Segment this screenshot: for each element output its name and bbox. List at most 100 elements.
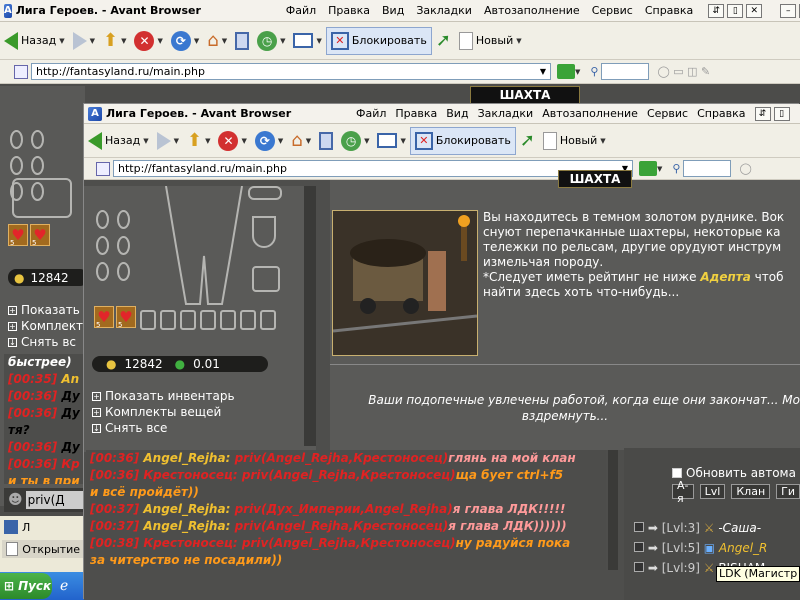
item-sets-option[interactable]: + Комплекты вещей xyxy=(92,404,235,420)
front-window: A Лига Героев. - Avant Browser Файл Прав… xyxy=(84,104,800,600)
private-arrow-icon[interactable]: ➡ xyxy=(648,541,658,555)
player-row[interactable]: ➡ [Lvl:5] ▣ Angel_R xyxy=(634,538,767,558)
history-button[interactable]: ◷ ▼ xyxy=(337,127,373,155)
search-icon[interactable]: ⚲ xyxy=(672,162,680,175)
chat-scrollbar[interactable] xyxy=(608,450,618,570)
page-icon[interactable]: ▯ xyxy=(773,106,790,121)
bookmarks-button[interactable] xyxy=(315,127,337,155)
boots-slot xyxy=(252,266,280,292)
home-button[interactable]: ⌂ ▼ xyxy=(203,27,231,55)
search-icon[interactable]: ⚲ xyxy=(590,65,598,78)
toolbar-misc-icon[interactable]: ◯ ▭ ◫ ✎ xyxy=(657,65,710,78)
forward-button[interactable]: ▼ xyxy=(69,27,99,55)
block-button[interactable]: ✕ Блокировать xyxy=(409,126,516,155)
chat-line: [00:36] Ду xyxy=(8,440,80,454)
back-search-field[interactable] xyxy=(601,63,650,80)
auto-update-toggle[interactable]: Обновить автома xyxy=(672,466,796,480)
collapse-icon[interactable]: ⇵ xyxy=(708,3,725,18)
player-row[interactable]: ➡ [Lvl:3] ⚔ -Саша- xyxy=(634,518,767,538)
front-url-field[interactable]: http://fantasyland.ru/main.php ▼ xyxy=(113,160,633,177)
sort-guild-button[interactable]: Ги xyxy=(776,484,800,499)
cursor-button[interactable]: ➚ xyxy=(516,127,539,155)
collapse-icon[interactable]: ⇵ xyxy=(754,106,771,121)
menu-bookmarks[interactable]: Закладки xyxy=(416,4,472,17)
menu-file[interactable]: Файл xyxy=(356,107,386,120)
forward-button[interactable]: ▼ xyxy=(153,127,183,155)
menu-view[interactable]: Вид xyxy=(446,107,468,120)
home-button[interactable]: ⌂ ▼ xyxy=(287,127,315,155)
back-button[interactable]: Назад ▼ xyxy=(84,127,153,155)
menu-tools[interactable]: Сервис xyxy=(647,107,688,120)
mine-picture xyxy=(332,210,478,356)
new-button[interactable]: Новый ▼ xyxy=(539,127,610,155)
page-icon[interactable]: ▯ xyxy=(727,3,744,18)
back-url-field[interactable]: http://fantasyland.ru/main.php ▼ xyxy=(31,63,551,80)
sort-alpha-button[interactable]: А-я xyxy=(672,479,694,505)
taskbar-item[interactable]: Открытие xyxy=(2,540,84,558)
back-option-sets[interactable]: + Комплект xyxy=(8,318,83,334)
show-inventory-option[interactable]: + Показать инвентарь xyxy=(92,388,235,404)
heart-potion-icon[interactable]: ♥ 5 xyxy=(116,306,136,329)
url-dropdown-icon[interactable]: ▼ xyxy=(540,67,546,76)
cursor-icon: ➚ xyxy=(519,130,535,151)
back-option-inventory[interactable]: + Показать xyxy=(8,302,83,318)
front-search-field[interactable] xyxy=(683,160,732,177)
back-option-unequip[interactable]: ↓ Снять вс xyxy=(8,334,83,350)
menu-view[interactable]: Вид xyxy=(382,4,404,17)
menu-tools[interactable]: Сервис xyxy=(592,4,633,17)
info-icon[interactable] xyxy=(634,562,644,572)
heart-potion-icon[interactable]: ♥ 5 xyxy=(30,224,50,247)
menu-autofill[interactable]: Автозаполнение xyxy=(484,4,580,17)
stop-button[interactable]: ✕ ▼ xyxy=(214,127,250,155)
clan-badge-icon: ▣ xyxy=(703,541,716,555)
plus-icon: + xyxy=(92,407,101,417)
checkbox[interactable] xyxy=(672,468,682,478)
window-button[interactable]: ▼ xyxy=(373,127,409,155)
back-button[interactable]: Назад ▼ xyxy=(0,27,69,55)
history-button[interactable]: ◷ ▼ xyxy=(253,27,289,55)
new-button[interactable]: Новый ▼ xyxy=(455,27,526,55)
window-button[interactable]: ▼ xyxy=(289,27,325,55)
menu-file[interactable]: Файл xyxy=(286,4,316,17)
toolbar-misc-icon[interactable]: ◯ xyxy=(739,162,751,175)
start-button[interactable]: ⊞ Пуск xyxy=(0,573,52,599)
private-arrow-icon[interactable]: ➡ xyxy=(648,521,658,535)
home-icon: ⌂ xyxy=(207,30,219,51)
cursor-button[interactable]: ➚ xyxy=(432,27,455,55)
menu-edit[interactable]: Правка xyxy=(328,4,370,17)
menu-bookmarks[interactable]: Закладки xyxy=(478,107,534,120)
location-title: ШАХТА xyxy=(558,170,632,188)
browser-quicklaunch-icon[interactable]: ℯ xyxy=(60,578,68,594)
heart-potion-icon[interactable]: ♥ 5 xyxy=(8,224,28,247)
gold-coin-icon: ● xyxy=(106,357,117,371)
up-button[interactable]: ⬆ ▼ xyxy=(99,27,130,55)
bookmarks-button[interactable] xyxy=(231,27,253,55)
chat-line: [00:36] Ду xyxy=(8,389,80,403)
block-button[interactable]: ✕ Блокировать xyxy=(325,26,432,55)
menu-autofill[interactable]: Автозаполнение xyxy=(542,107,638,120)
go-button[interactable] xyxy=(639,161,657,176)
info-icon[interactable] xyxy=(634,542,644,552)
refresh-button[interactable]: ⟳ ▼ xyxy=(251,127,287,155)
smiley-icon[interactable]: ☻ xyxy=(8,492,23,508)
ring-slot xyxy=(117,236,130,255)
menu-help[interactable]: Справка xyxy=(697,107,745,120)
minimize-icon[interactable]: – xyxy=(780,3,797,18)
info-icon[interactable] xyxy=(634,522,644,532)
heart-potion-icon[interactable]: ♥ 5 xyxy=(94,306,114,329)
private-arrow-icon[interactable]: ➡ xyxy=(648,561,658,575)
stop-button[interactable]: ✕ ▼ xyxy=(130,27,166,55)
plus-icon: + xyxy=(8,305,17,315)
character-scrollbar[interactable] xyxy=(304,186,316,446)
sort-clan-button[interactable]: Клан xyxy=(731,484,771,499)
close-tab-icon[interactable]: ✕ xyxy=(746,3,763,18)
menu-help[interactable]: Справка xyxy=(645,4,693,17)
unequip-all-option[interactable]: ↓ Снять все xyxy=(92,420,235,436)
taskbar-item[interactable]: Л xyxy=(0,516,86,538)
back-chat-input[interactable]: priv(Д xyxy=(25,491,86,509)
sort-level-button[interactable]: Lvl xyxy=(699,484,726,499)
go-button[interactable] xyxy=(557,64,575,79)
refresh-button[interactable]: ⟳ ▼ xyxy=(167,27,203,55)
menu-edit[interactable]: Правка xyxy=(395,107,437,120)
up-button[interactable]: ⬆ ▼ xyxy=(183,127,214,155)
